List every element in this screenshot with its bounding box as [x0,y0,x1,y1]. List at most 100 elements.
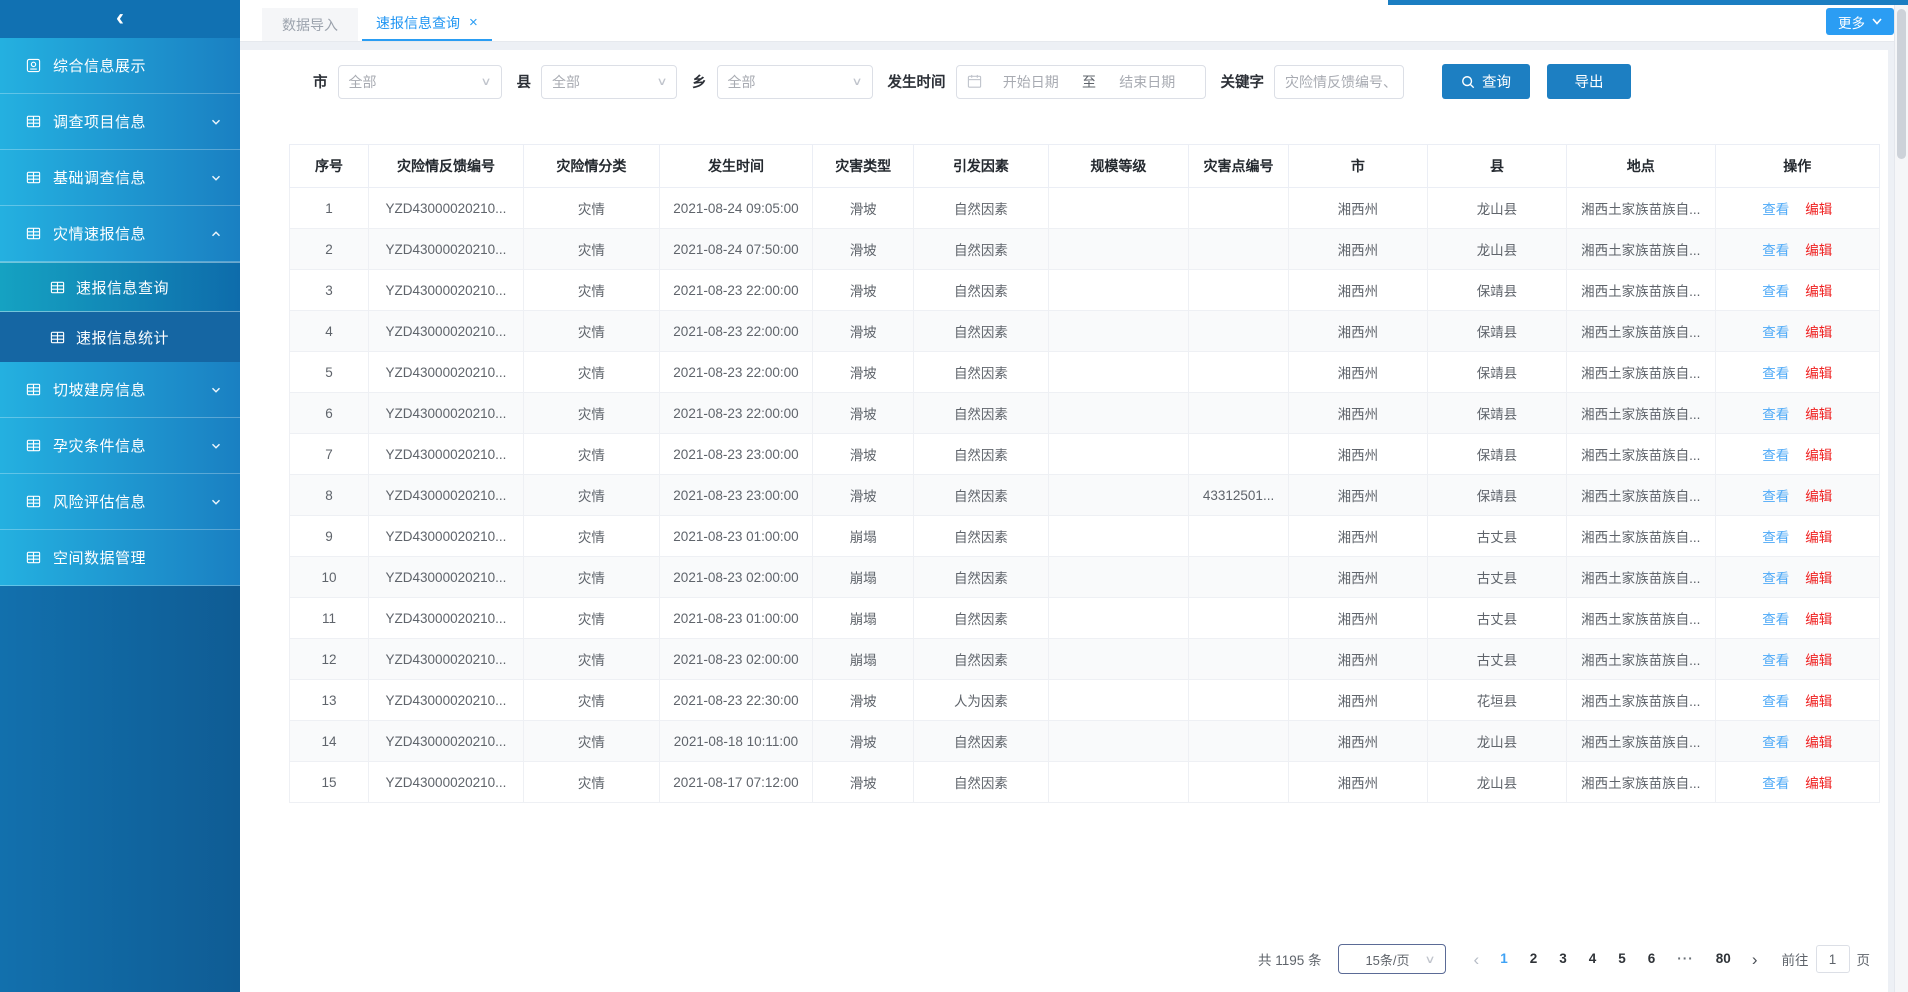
view-link[interactable]: 查看 [1762,366,1789,381]
edit-link[interactable]: 编辑 [1805,776,1832,791]
page-number-button[interactable]: 5 [1618,951,1626,966]
sidebar-item-空间数据管理[interactable]: 空间数据管理 [0,530,240,586]
view-link[interactable]: 查看 [1762,325,1789,340]
view-link[interactable]: 查看 [1762,694,1789,709]
export-button[interactable]: 导出 [1547,64,1631,99]
search-button[interactable]: 查询 [1442,64,1530,99]
scrollbar[interactable] [1894,5,1908,992]
sidebar-item-风险评估信息[interactable]: 风险评估信息 [0,474,240,530]
chevron-down-icon [210,496,222,508]
start-date-placeholder[interactable]: 开始日期 [984,72,1079,92]
edit-link[interactable]: 编辑 [1805,612,1832,627]
table-row: 6YZD43000020210...灾情2021-08-23 22:00:00滑… [290,393,1880,434]
sidebar-item-孕灾条件信息[interactable]: 孕灾条件信息 [0,418,240,474]
edit-link[interactable]: 编辑 [1805,366,1832,381]
cell-scale-level [1048,475,1189,516]
sidebar-item-灾情速报信息[interactable]: 灾情速报信息 [0,206,240,262]
goto-page-input[interactable] [1816,945,1850,973]
view-link[interactable]: 查看 [1762,407,1789,422]
page-number-button[interactable]: 80 [1716,951,1731,966]
sidebar-collapse-button[interactable]: ‹ [0,0,240,38]
sidebar-item-基础调查信息[interactable]: 基础调查信息 [0,150,240,206]
cell-cause: 自然因素 [914,557,1048,598]
cell-cause: 自然因素 [914,598,1048,639]
page-number-button[interactable]: 3 [1559,951,1567,966]
sidebar-subitem-速报信息统计[interactable]: 速报信息统计 [0,312,240,362]
close-icon[interactable]: × [469,15,478,30]
view-link[interactable]: 查看 [1762,653,1789,668]
view-link[interactable]: 查看 [1762,612,1789,627]
next-page-button[interactable]: › [1752,951,1758,968]
edit-link[interactable]: 编辑 [1805,694,1832,709]
cell-seq: 13 [290,680,369,721]
page-number-button[interactable]: 2 [1530,951,1538,966]
cell-disaster-type: 滑坡 [813,311,914,352]
more-button[interactable]: 更多 [1826,8,1894,35]
cell-occur-time: 2021-08-23 02:00:00 [659,557,812,598]
scrollbar-thumb[interactable] [1897,9,1906,159]
cell-point-id [1189,762,1289,803]
report-table: 序号灾险情反馈编号灾险情分类发生时间灾害类型引发因素规模等级灾害点编号市县地点操… [289,144,1880,803]
city-select[interactable]: 全部 ∨ [338,65,502,99]
cell-feedback-id: YZD43000020210... [369,680,524,721]
sidebar-item-调查项目信息[interactable]: 调查项目信息 [0,94,240,150]
edit-link[interactable]: 编辑 [1805,571,1832,586]
view-link[interactable]: 查看 [1762,530,1789,545]
cell-category: 灾情 [523,188,659,229]
page-number-button[interactable]: 6 [1648,951,1656,966]
edit-link[interactable]: 编辑 [1805,653,1832,668]
edit-link[interactable]: 编辑 [1805,489,1832,504]
page-number-list: 123456···80 [1489,950,1742,968]
tab-report-query[interactable]: 速报信息查询 × [362,6,492,41]
view-link[interactable]: 查看 [1762,243,1789,258]
cell-actions: 查看 编辑 [1715,762,1879,803]
view-link[interactable]: 查看 [1762,776,1789,791]
page-size-select[interactable]: 15条/页 ∨ [1338,944,1446,974]
cell-actions: 查看 编辑 [1715,598,1879,639]
edit-link[interactable]: 编辑 [1805,735,1832,750]
page-number-button[interactable]: 1 [1500,951,1508,966]
edit-link[interactable]: 编辑 [1805,202,1832,217]
cell-disaster-type: 滑坡 [813,475,914,516]
cell-disaster-type: 滑坡 [813,762,914,803]
view-link[interactable]: 查看 [1762,489,1789,504]
cell-scale-level [1048,311,1189,352]
edit-link[interactable]: 编辑 [1805,284,1832,299]
sidebar-subitem-速报信息查询[interactable]: 速报信息查询 [0,262,240,312]
township-select[interactable]: 全部 ∨ [717,65,873,99]
cell-seq: 10 [290,557,369,598]
cell-seq: 4 [290,311,369,352]
edit-link[interactable]: 编辑 [1805,407,1832,422]
sidebar-item-切坡建房信息[interactable]: 切坡建房信息 [0,362,240,418]
cell-disaster-type: 滑坡 [813,434,914,475]
edit-link[interactable]: 编辑 [1805,325,1832,340]
cell-disaster-type: 滑坡 [813,680,914,721]
view-link[interactable]: 查看 [1762,735,1789,750]
page-number-button[interactable]: 4 [1589,951,1597,966]
view-link[interactable]: 查看 [1762,202,1789,217]
view-link[interactable]: 查看 [1762,284,1789,299]
search-icon [1461,75,1475,89]
sidebar-item-综合信息展示[interactable]: 综合信息展示 [0,38,240,94]
cell-place: 湘西土家族苗族自... [1566,270,1715,311]
prev-page-button[interactable]: ‹ [1474,951,1480,968]
cell-disaster-type: 滑坡 [813,721,914,762]
view-link[interactable]: 查看 [1762,448,1789,463]
keyword-input[interactable] [1274,65,1404,99]
cell-disaster-type: 崩塌 [813,639,914,680]
cell-seq: 7 [290,434,369,475]
cell-occur-time: 2021-08-23 22:00:00 [659,352,812,393]
edit-link[interactable]: 编辑 [1805,243,1832,258]
date-range-picker[interactable]: 开始日期 至 结束日期 [956,65,1206,99]
tab-data-import[interactable]: 数据导入 [262,8,358,41]
view-link[interactable]: 查看 [1762,571,1789,586]
sidebar-item-label: 综合信息展示 [53,55,146,76]
county-select[interactable]: 全部 ∨ [541,65,677,99]
edit-link[interactable]: 编辑 [1805,530,1832,545]
sidebar-item-label: 基础调查信息 [53,167,146,188]
sidebar-subitem-label: 速报信息查询 [76,277,169,298]
cell-point-id [1189,270,1289,311]
cell-city: 湘西州 [1288,229,1427,270]
end-date-placeholder[interactable]: 结束日期 [1100,72,1195,92]
edit-link[interactable]: 编辑 [1805,448,1832,463]
